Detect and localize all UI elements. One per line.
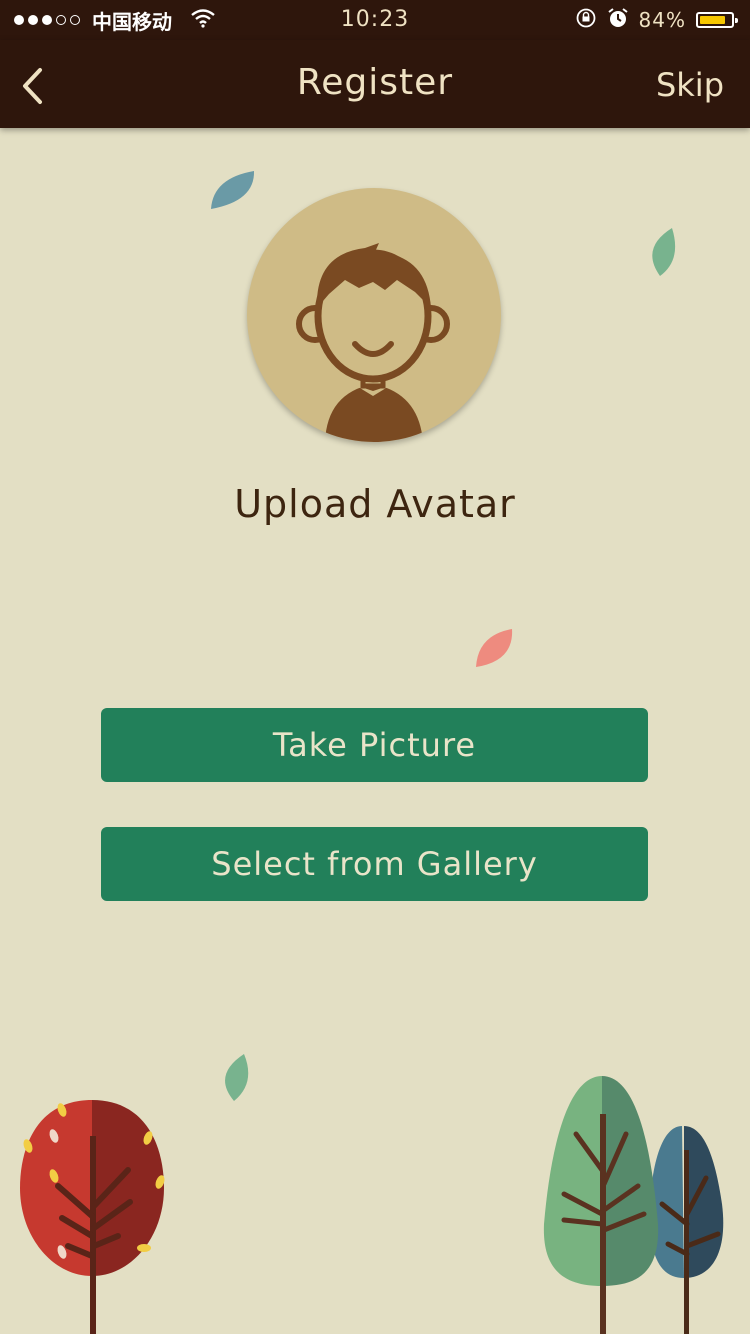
red-tree-icon bbox=[20, 1100, 165, 1334]
alarm-icon bbox=[607, 7, 629, 33]
skip-button[interactable]: Skip bbox=[656, 66, 724, 104]
battery-cap bbox=[735, 18, 738, 23]
battery-percent: 84% bbox=[638, 8, 686, 32]
battery-fill bbox=[700, 16, 726, 24]
select-gallery-button[interactable]: Select from Gallery bbox=[101, 827, 648, 901]
page-title: Register bbox=[296, 62, 454, 103]
battery-icon bbox=[696, 12, 738, 28]
take-picture-button[interactable]: Take Picture bbox=[101, 708, 648, 782]
leaf-icon bbox=[476, 629, 513, 667]
status-bar: 中国移动 10:23 84% bbox=[0, 0, 750, 40]
rotation-lock-icon bbox=[575, 7, 597, 33]
leaf-icon bbox=[225, 1054, 249, 1101]
leaf-icon bbox=[211, 171, 255, 209]
green-blue-trees-icon bbox=[543, 1076, 724, 1334]
status-right-group: 84% bbox=[575, 7, 738, 33]
avatar-placeholder-icon bbox=[296, 243, 450, 442]
leaf-icon bbox=[652, 228, 676, 276]
upload-avatar-label: Upload Avatar bbox=[234, 482, 516, 526]
avatar[interactable] bbox=[247, 188, 501, 442]
